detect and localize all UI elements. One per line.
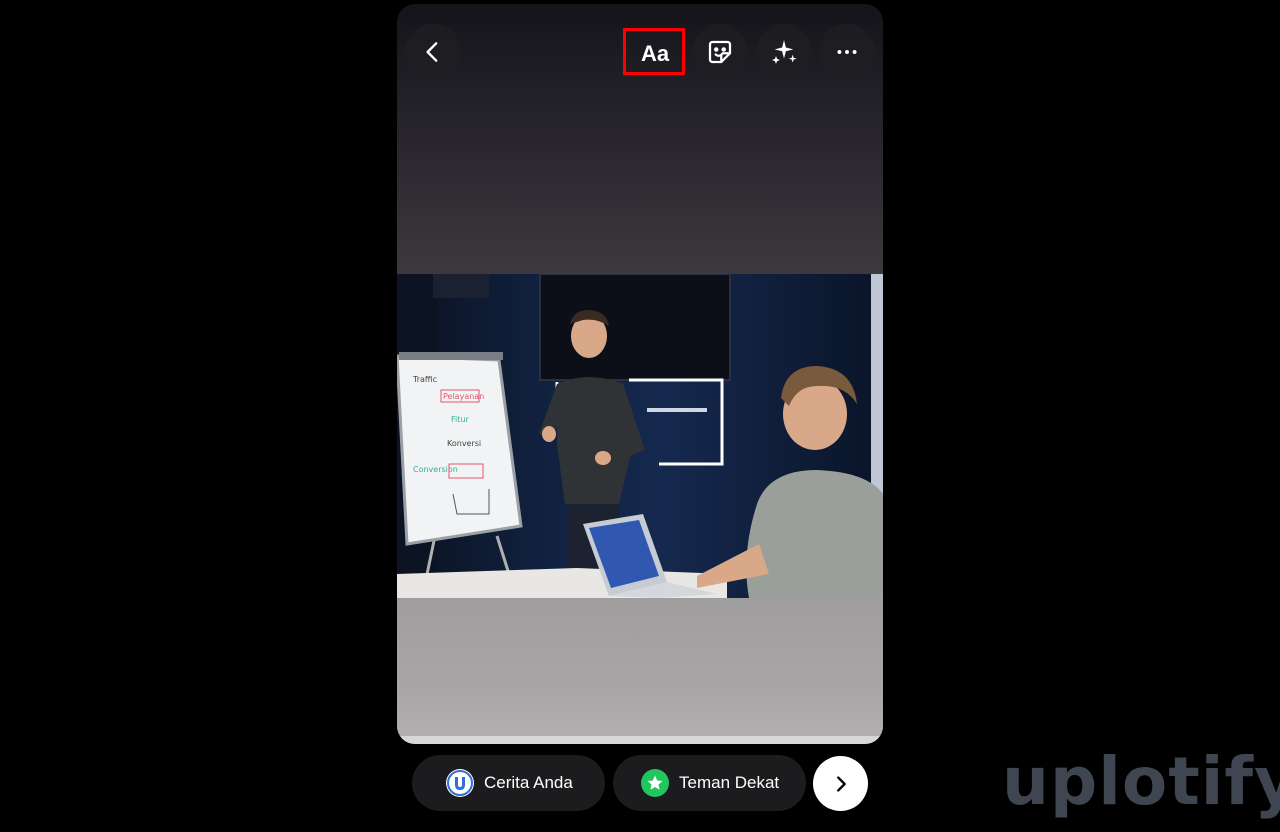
sticker-icon (708, 40, 732, 64)
whiteboard-text: Traffic (412, 375, 437, 384)
effects-button[interactable] (756, 24, 812, 80)
sticker-button[interactable] (692, 24, 748, 80)
star-icon (641, 769, 669, 797)
story-photo: Traffic Pelayanan Fitur Konversi Convers… (397, 274, 883, 598)
whiteboard-text: Conversion (413, 465, 458, 474)
story-editor-canvas: Aa Traffic Pelayanan Fitur Konversi Conv… (397, 4, 883, 744)
more-options-button[interactable] (819, 24, 875, 80)
watermark-logo: uplotify (1002, 743, 1280, 820)
more-horizontal-icon (837, 50, 857, 54)
story-bottom-edge (397, 736, 883, 744)
close-friends-button[interactable]: Teman Dekat (613, 755, 806, 811)
avatar-icon (446, 769, 474, 797)
whiteboard-text: Pelayanan (443, 392, 484, 401)
story-background-lower (397, 598, 883, 744)
screen: Aa Traffic Pelayanan Fitur Konversi Conv… (0, 0, 1280, 832)
highlight-box (623, 28, 685, 75)
next-button[interactable] (813, 756, 868, 811)
photo-illustration: Traffic Pelayanan Fitur Konversi Convers… (397, 274, 883, 598)
chevron-left-icon (426, 42, 438, 62)
back-button[interactable] (405, 24, 461, 80)
close-friends-label: Teman Dekat (679, 773, 780, 792)
sparkles-icon (772, 40, 797, 64)
chevron-right-icon (836, 775, 846, 792)
whiteboard-text: Konversi (447, 439, 481, 448)
your-story-button[interactable]: Cerita Anda (412, 755, 605, 811)
whiteboard-text: Fitur (451, 415, 469, 424)
your-story-label: Cerita Anda (484, 773, 573, 792)
